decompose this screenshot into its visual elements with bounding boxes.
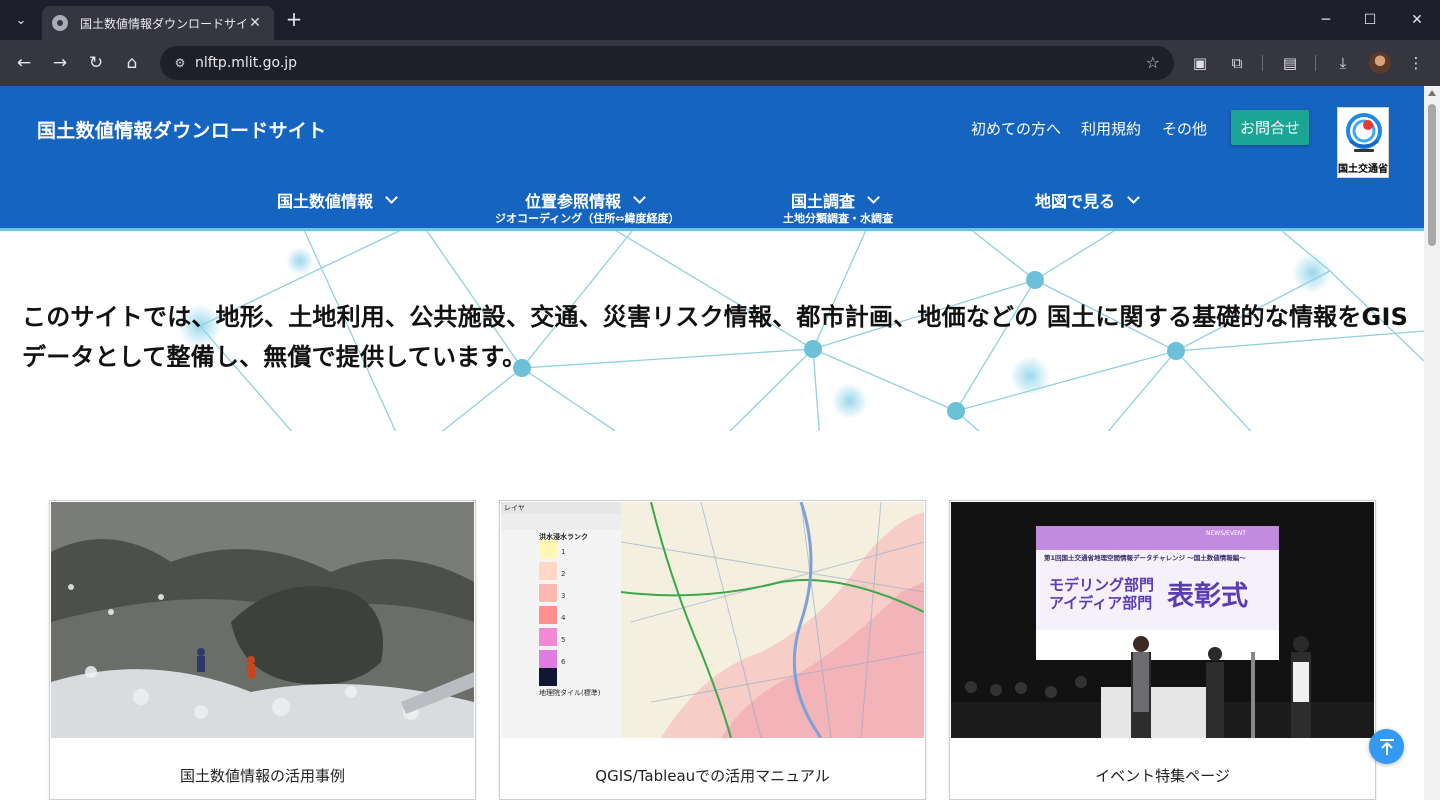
qgis-rank-5: 5 <box>561 636 566 644</box>
avatar[interactable] <box>1369 52 1391 74</box>
card-label[interactable]: 国土数値情報の活用事例 <box>50 765 475 786</box>
nav-map[interactable]: 地図で見る <box>1035 188 1140 212</box>
qgis-panel-title: レイヤ <box>504 504 525 512</box>
chevron-down-icon <box>385 191 398 204</box>
chevron-down-icon <box>1127 191 1140 204</box>
nav-kokudo-chosa[interactable]: 国土調査 <box>791 188 880 212</box>
close-icon[interactable]: ✕ <box>246 15 264 31</box>
plus-icon[interactable]: + <box>282 8 306 32</box>
cast-icon[interactable]: ▣ <box>1188 51 1212 75</box>
card-qgis-manual[interactable]: レイヤ 洪水浸水ランク 1 2 3 4 5 6 地理院タイル(標準) QGIS/… <box>499 500 926 800</box>
card-usage-examples[interactable]: 国土数値情報の活用事例 <box>49 500 476 800</box>
address-bar[interactable]: ⚙ nlftp.mlit.go.jp ☆ <box>160 46 1174 80</box>
maximize-icon[interactable]: ☐ <box>1347 8 1393 32</box>
toolbar-divider <box>1315 55 1316 71</box>
url-text[interactable]: nlftp.mlit.go.jp <box>195 55 297 71</box>
tab-search-icon[interactable]: ⌄ <box>8 8 34 32</box>
favicon-icon <box>52 15 68 31</box>
card-image-award-ceremony: NEWS/EVENT 第1回国土交通省地理空間情報データチャレンジ 〜国土数値情… <box>951 502 1374 738</box>
card-label[interactable]: QGIS/Tableauでの活用マニュアル <box>500 765 925 786</box>
minimize-icon[interactable]: ─ <box>1303 8 1349 32</box>
forward-icon[interactable]: → <box>48 51 72 75</box>
mlit-logo[interactable]: 国土交通省 <box>1337 107 1389 178</box>
reload-icon[interactable]: ↻ <box>84 51 108 75</box>
star-icon[interactable]: ☆ <box>1146 53 1160 72</box>
chevron-down-icon <box>867 191 880 204</box>
nav-label: 位置参照情報 <box>525 192 622 211</box>
qgis-basemap: 地理院タイル(標準) <box>539 689 601 697</box>
browser-tab-bar: ⌄ 国土数値情報ダウンロードサイト ✕ + ─ ☐ ✕ <box>0 0 1440 40</box>
window-close-icon[interactable]: ✕ <box>1394 8 1440 32</box>
more-icon[interactable]: ⋮ <box>1404 51 1428 75</box>
link-terms[interactable]: 利用規約 <box>1081 118 1141 139</box>
nav-label: 国土調査 <box>791 192 856 211</box>
reading-list-icon[interactable]: ▤ <box>1278 51 1302 75</box>
nav-sub-geocoding[interactable]: ジオコーディング（住所⇔緯度経度） <box>495 210 679 226</box>
scroll-up-icon[interactable] <box>1428 90 1436 96</box>
card-image-qgis: レイヤ 洪水浸水ランク 1 2 3 4 5 6 地理院タイル(標準) <box>501 502 924 738</box>
nav-kokudo-suuchi[interactable]: 国土数値情報 <box>277 188 398 212</box>
download-icon[interactable]: ⤓ <box>1331 51 1355 75</box>
qgis-rank-4: 4 <box>561 614 566 622</box>
event-line-idea: アイディア部門 <box>1049 594 1153 612</box>
extensions-icon[interactable]: ⧉ <box>1225 51 1249 75</box>
qgis-rank-3: 3 <box>561 592 566 600</box>
link-first-time[interactable]: 初めての方へ <box>971 118 1061 139</box>
toolbar-divider <box>1262 55 1263 71</box>
chevron-down-icon <box>633 191 646 204</box>
card-event-page[interactable]: NEWS/EVENT 第1回国土交通省地理空間情報データチャレンジ 〜国土数値情… <box>949 500 1376 800</box>
contact-button[interactable]: お問合せ <box>1231 110 1309 145</box>
qgis-rank-1: 1 <box>561 548 566 556</box>
event-headline: 表彰式 <box>1167 581 1248 612</box>
tab-title: 国土数値情報ダウンロードサイト <box>80 16 246 31</box>
link-other[interactable]: その他 <box>1162 118 1207 139</box>
page-viewport: 国土数値情報ダウンロードサイト 初めての方へ 利用規約 その他 お問合せ 国土交… <box>0 86 1440 800</box>
event-subtitle: 第1回国土交通省地理空間情報データチャレンジ 〜国土数値情報編〜 <box>1044 554 1246 562</box>
event-tag: NEWS/EVENT <box>1206 530 1246 537</box>
nav-sub-chosa[interactable]: 土地分類調査・水調査 <box>783 210 893 226</box>
logo-text: 国土交通省 <box>1338 164 1388 175</box>
hero-section: このサイトでは、地形、土地利用、公共施設、交通、災害リスク情報、都市計画、地価な… <box>0 231 1424 431</box>
back-to-top-button[interactable] <box>1369 729 1404 764</box>
mlit-emblem-icon <box>1346 113 1382 152</box>
arrow-up-icon <box>1379 738 1394 755</box>
hero-text: このサイトでは、地形、土地利用、公共施設、交通、災害リスク情報、都市計画、地価な… <box>22 303 1409 371</box>
page-scrollbar[interactable] <box>1424 86 1440 800</box>
scrollbar-thumb[interactable] <box>1428 104 1436 246</box>
card-label[interactable]: イベント特集ページ <box>950 765 1375 786</box>
site-header: 国土数値情報ダウンロードサイト 初めての方へ 利用規約 その他 お問合せ 国土交… <box>0 86 1424 228</box>
nav-ichi-sansho[interactable]: 位置参照情報 <box>525 188 646 212</box>
nav-label: 地図で見る <box>1035 192 1116 211</box>
site-info-icon[interactable]: ⚙ <box>168 51 192 75</box>
browser-tab[interactable]: 国土数値情報ダウンロードサイト ✕ <box>42 6 274 40</box>
qgis-rank-6: 6 <box>561 658 566 666</box>
browser-toolbar: ← → ↻ ⌂ ⚙ nlftp.mlit.go.jp ☆ ▣ ⧉ ▤ ⤓ ⋮ <box>0 40 1440 86</box>
home-icon[interactable]: ⌂ <box>120 51 144 75</box>
qgis-layer-group: 洪水浸水ランク <box>539 533 588 541</box>
nav-label: 国土数値情報 <box>277 192 374 211</box>
back-icon[interactable]: ← <box>12 51 36 75</box>
qgis-rank-2: 2 <box>561 570 566 578</box>
card-image-rockfall <box>51 502 474 738</box>
site-title[interactable]: 国土数値情報ダウンロードサイト <box>37 116 327 143</box>
